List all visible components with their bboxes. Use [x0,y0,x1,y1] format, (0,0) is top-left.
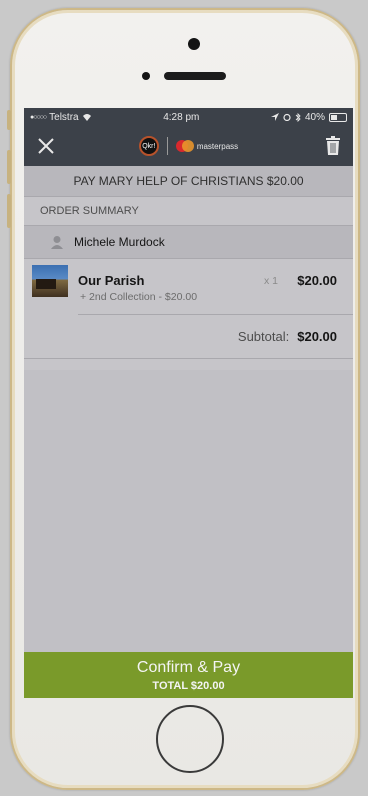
bluetooth-icon [295,112,301,122]
status-bar: ●○○○○ Telstra 4:28 pm 40% [24,108,353,126]
masterpass-logo: masterpass [175,140,239,152]
app-screen: ●○○○○ Telstra 4:28 pm 40% Qkr! masterpas… [24,108,353,698]
item-divider [78,314,353,315]
alarm-icon [283,113,291,121]
order-summary-header: ORDER SUMMARY [24,197,353,225]
subtotal-row: Subtotal: $20.00 [24,315,353,359]
confirm-total-label: TOTAL $20.00 [152,679,225,692]
empty-content-area [24,370,353,652]
confirm-pay-button[interactable]: Confirm & Pay TOTAL $20.00 [24,652,353,698]
nav-bar: Qkr! masterpass [24,126,353,166]
person-icon [51,236,63,249]
status-time: 4:28 pm [163,111,200,123]
location-icon [270,113,279,121]
payment-title: PAY MARY HELP OF CHRISTIANS $20.00 [24,166,353,197]
proximity-sensor [142,72,150,80]
close-icon[interactable] [36,136,56,156]
volume-down-button [7,194,11,228]
battery-icon [329,112,347,122]
logo-divider [166,137,168,155]
front-camera [188,38,200,50]
mastercard-circles-icon [175,140,194,152]
qkr-logo: Qkr! [138,136,159,156]
parish-thumbnail [32,265,68,297]
earpiece-speaker [164,72,226,80]
carrier-label: Telstra [49,111,79,123]
subtotal-value: $20.00 [297,329,337,344]
trash-icon[interactable] [325,136,341,156]
subtotal-label: Subtotal: [237,329,290,344]
brand-logos: Qkr! masterpass [138,136,239,156]
battery-fill [331,114,337,120]
home-button[interactable] [156,705,224,773]
volume-up-button [7,150,11,184]
masterpass-label: masterpass [196,141,239,151]
confirm-pay-label: Confirm & Pay [136,658,241,676]
battery-percent: 40% [304,111,325,123]
signal-strength-icon: ●○○○○ [30,113,47,121]
item-name: Our Parish [78,273,145,288]
item-detail: + 2nd Collection - $20.00 [80,291,198,303]
person-name: Michele Murdock [74,235,165,249]
mute-switch [7,110,11,130]
wifi-icon [82,114,91,121]
person-row: Michele Murdock [24,225,353,259]
item-quantity: x 1 [264,275,279,287]
order-item-row: Our Parish + 2nd Collection - $20.00 x 1… [24,259,353,315]
item-price: $20.00 [297,273,337,288]
